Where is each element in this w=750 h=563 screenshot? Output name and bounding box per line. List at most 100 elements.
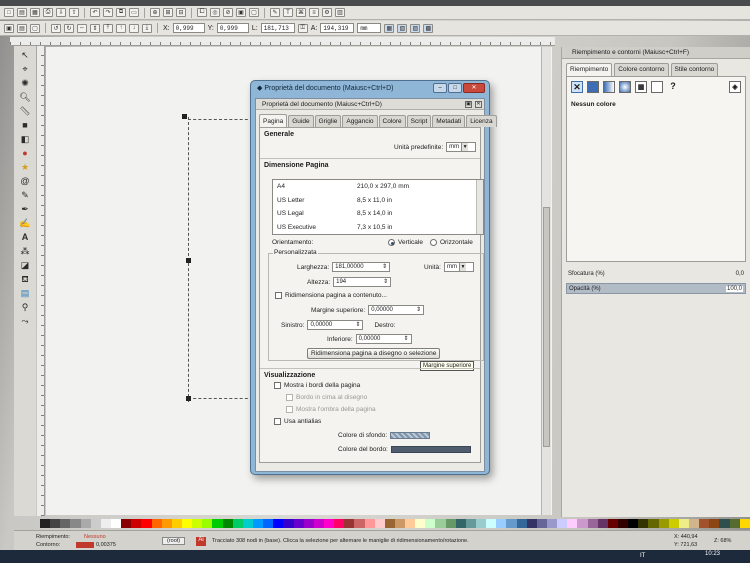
palette-swatch[interactable] bbox=[557, 519, 568, 528]
copy-icon[interactable]: ⧉ bbox=[116, 8, 126, 17]
palette-swatch[interactable] bbox=[709, 519, 720, 528]
raise-top-icon[interactable]: ⤒ bbox=[103, 23, 113, 33]
palette-swatch[interactable] bbox=[344, 519, 355, 528]
border-color-swatch[interactable] bbox=[390, 446, 471, 453]
palette-swatch[interactable] bbox=[242, 519, 253, 528]
lower-icon[interactable]: ↓ bbox=[129, 23, 139, 33]
palette-swatch[interactable] bbox=[607, 519, 619, 528]
list-item[interactable]: A4 210,0 x 297,0 mm bbox=[273, 180, 483, 194]
palette-swatch[interactable] bbox=[141, 519, 152, 528]
palette-swatch[interactable] bbox=[577, 519, 588, 528]
palette-swatch[interactable] bbox=[638, 519, 649, 528]
tab-guides[interactable]: Guide bbox=[288, 115, 314, 127]
spray-tool-icon[interactable]: ⁂ bbox=[18, 246, 32, 257]
select-all-layers-icon[interactable]: ▤ bbox=[17, 23, 27, 33]
redo-icon[interactable]: ↷ bbox=[103, 8, 113, 17]
palette-swatch[interactable] bbox=[283, 519, 294, 528]
spiral-tool-icon[interactable]: @ bbox=[18, 176, 32, 187]
palette-swatch[interactable] bbox=[171, 519, 182, 528]
flip-h-icon[interactable]: ⇔ bbox=[77, 23, 87, 33]
margin-top-input[interactable]: 0,00000 ⇕ bbox=[368, 305, 425, 315]
palette-swatch[interactable] bbox=[455, 519, 466, 528]
tab-page[interactable]: Pagina bbox=[259, 114, 288, 127]
pencil-tool-icon[interactable]: ✎ bbox=[18, 190, 32, 201]
rotate-ccw-icon[interactable]: ↺ bbox=[51, 23, 61, 33]
resize-to-content-checkbox[interactable] bbox=[275, 292, 282, 299]
zoom-drawing-icon[interactable]: ⊞ bbox=[163, 8, 173, 17]
measure-tool-icon[interactable]: 📏︎ bbox=[18, 106, 32, 117]
width-field[interactable]: 181,713 bbox=[260, 23, 295, 33]
width-input[interactable]: 181,00000 ⇕ bbox=[332, 262, 391, 272]
fill-indicator-value[interactable]: Nessuno bbox=[84, 534, 106, 540]
xml-editor-icon[interactable]: ⌘ bbox=[296, 8, 306, 17]
show-border-checkbox[interactable] bbox=[274, 382, 281, 389]
list-item[interactable]: US Legal 8,5 x 14,0 in bbox=[273, 207, 483, 221]
undo-icon[interactable]: ↶ bbox=[90, 8, 100, 17]
eraser-tool-icon[interactable]: ◪ bbox=[18, 260, 32, 271]
selector-tool-icon[interactable]: ↖ bbox=[18, 50, 32, 61]
tweak-tool-icon[interactable]: ✺ bbox=[18, 78, 32, 89]
open-icon[interactable]: ▤ bbox=[17, 8, 27, 17]
list-item[interactable]: US Executive 7,3 x 10,5 in bbox=[273, 221, 483, 235]
palette-swatch[interactable] bbox=[547, 519, 558, 528]
palette-swatch[interactable] bbox=[658, 519, 669, 528]
zoom-tool-icon[interactable]: 🔍︎ bbox=[18, 92, 32, 103]
dock-dialog-icon[interactable]: ▣ bbox=[465, 101, 472, 108]
palette-swatch[interactable] bbox=[435, 519, 446, 528]
swatch-icon[interactable] bbox=[651, 81, 663, 93]
palette-swatch[interactable] bbox=[80, 519, 91, 528]
preferences-icon[interactable]: ⚙ bbox=[322, 8, 332, 17]
palette-swatch[interactable] bbox=[425, 519, 436, 528]
palette-swatch[interactable] bbox=[526, 519, 537, 528]
show-shadow-checkbox[interactable] bbox=[286, 406, 293, 413]
zoom-selection-icon[interactable]: ⊕ bbox=[150, 8, 160, 17]
canvas-vertical-scrollbar[interactable] bbox=[541, 47, 551, 515]
rotate-cw-icon[interactable]: ↻ bbox=[64, 23, 74, 33]
palette-swatch[interactable] bbox=[354, 519, 365, 528]
lower-bottom-icon[interactable]: ⤓ bbox=[142, 23, 152, 33]
scrollbar-thumb[interactable] bbox=[543, 207, 550, 447]
palette-swatch[interactable] bbox=[415, 519, 426, 528]
palette-swatch[interactable] bbox=[60, 519, 71, 528]
clone-icon[interactable]: ◎ bbox=[210, 8, 220, 17]
palette-swatch[interactable] bbox=[100, 519, 111, 528]
palette-swatch[interactable] bbox=[40, 519, 51, 528]
palette-swatch[interactable] bbox=[313, 519, 324, 528]
stroke-width-value[interactable]: 0,00375 bbox=[96, 542, 116, 548]
unit-select[interactable]: mm ▼ bbox=[443, 262, 474, 272]
color-palette[interactable] bbox=[40, 519, 750, 528]
blur-value[interactable]: 0,0 bbox=[736, 271, 744, 277]
layer-select[interactable]: (root) bbox=[162, 537, 186, 545]
resize-page-button[interactable]: Ridimensiona pagina a disegno o selezion… bbox=[307, 348, 441, 359]
palette-swatch[interactable] bbox=[739, 519, 750, 528]
left-input[interactable]: 0,00000 ⇕ bbox=[307, 320, 364, 330]
zoom-value[interactable]: Z: 68% bbox=[714, 538, 731, 544]
palette-swatch[interactable] bbox=[70, 519, 81, 528]
star-tool-icon[interactable]: ★ bbox=[18, 162, 32, 173]
pattern-icon[interactable]: ▦ bbox=[635, 81, 647, 93]
save-icon[interactable]: ▦ bbox=[30, 8, 40, 17]
bottom-input[interactable]: 0,00000 ⇕ bbox=[355, 334, 412, 344]
print-icon[interactable]: ⎙ bbox=[43, 8, 53, 17]
bg-color-swatch[interactable] bbox=[390, 432, 431, 439]
palette-swatch[interactable] bbox=[729, 519, 740, 528]
document-props-icon[interactable]: ▥ bbox=[335, 8, 345, 17]
palette-swatch[interactable] bbox=[587, 519, 598, 528]
tab-stroke-style[interactable]: Stile contorno bbox=[670, 63, 719, 76]
palette-swatch[interactable] bbox=[192, 519, 203, 528]
tab-grids[interactable]: Griglie bbox=[314, 115, 342, 127]
palette-swatch[interactable] bbox=[323, 519, 335, 528]
palette-swatch[interactable] bbox=[202, 519, 213, 528]
selection-handle-bottom-left[interactable] bbox=[186, 396, 191, 401]
palette-swatch[interactable] bbox=[567, 519, 578, 528]
align-icon[interactable]: ≡ bbox=[309, 8, 319, 17]
flat-color-icon[interactable] bbox=[587, 81, 599, 93]
maximize-icon[interactable]: □ bbox=[448, 83, 462, 93]
palette-swatch[interactable] bbox=[405, 519, 416, 528]
palette-swatch[interactable] bbox=[161, 519, 172, 528]
list-scrollbar[interactable] bbox=[476, 180, 483, 234]
palette-swatch[interactable] bbox=[699, 519, 710, 528]
pen-tool-icon[interactable]: ✒ bbox=[18, 204, 32, 215]
palette-swatch[interactable] bbox=[303, 519, 314, 528]
radial-gradient-icon[interactable] bbox=[619, 81, 631, 93]
